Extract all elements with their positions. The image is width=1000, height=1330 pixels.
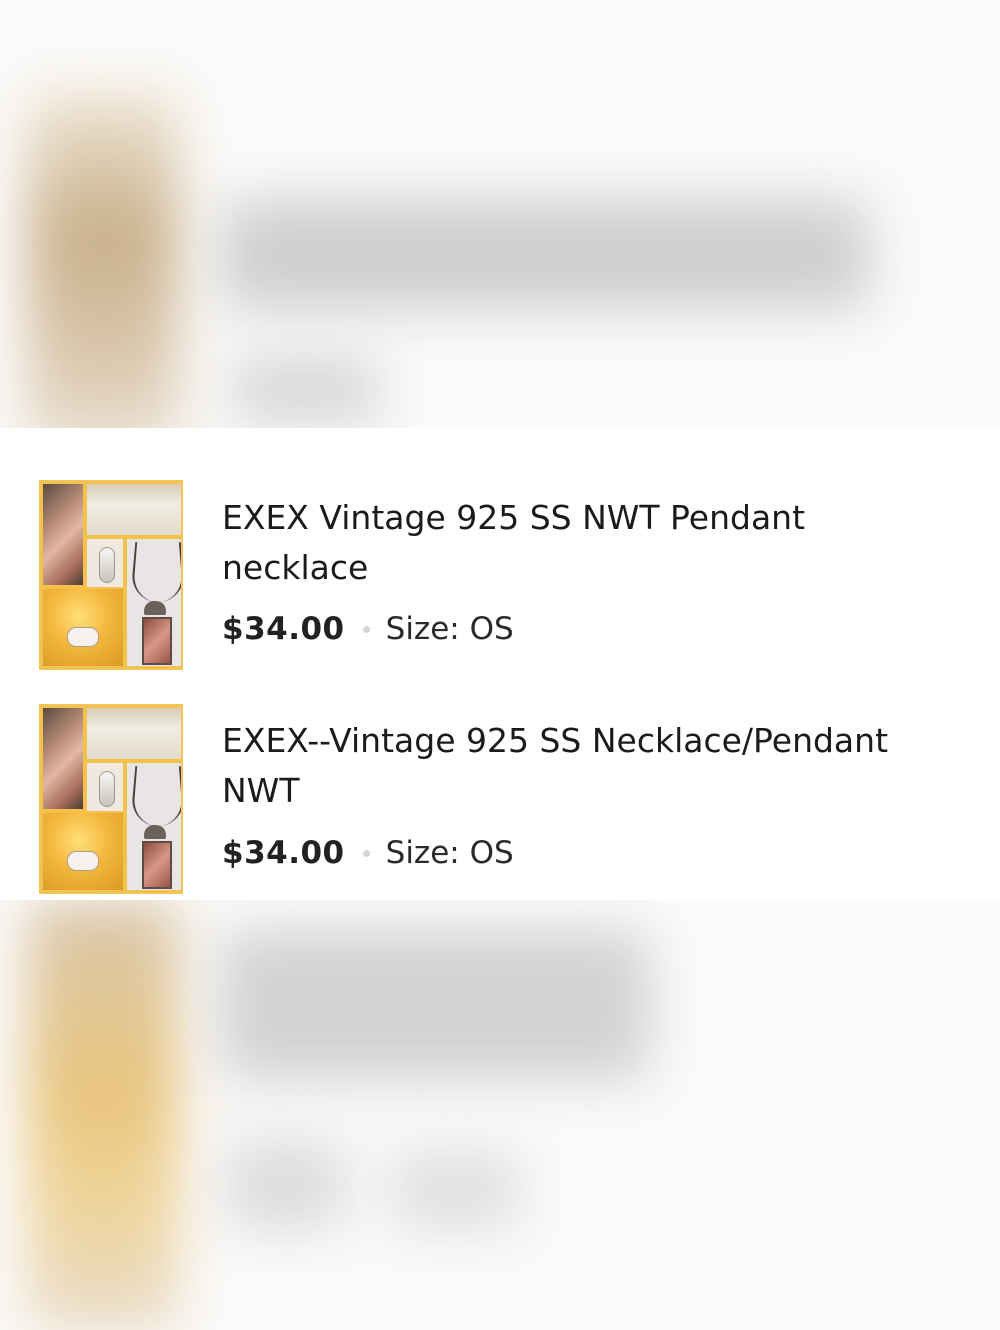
jewelry-box-photo [85,482,181,537]
listing-meta: $34.00 Size: OS [222,609,514,649]
listing-price: $34.00 [222,835,345,871]
listing-size: Size: OS [385,835,514,871]
pendant-photo [41,706,85,811]
silver-tag-photo [85,761,125,813]
listing-size: Size: OS [385,611,514,647]
necklace-photo [125,761,181,892]
necklace-photo [125,537,181,668]
blurred-listings-below [0,900,1000,1330]
listing-item[interactable]: EXEX Vintage 925 SS NWT Pendant necklace… [0,428,1000,676]
blurred-listings-above [0,0,1000,428]
listing-item[interactable]: EXEX--Vintage 925 SS Necklace/Pendant NW… [0,676,1000,900]
listing-thumbnail[interactable] [39,480,183,670]
listing-title[interactable]: EXEX Vintage 925 SS NWT Pendant necklace [222,493,922,593]
jewelry-box-photo [85,706,181,761]
gift-pouch-photo [41,587,125,668]
listing-price: $34.00 [222,611,345,647]
page: EXEX Vintage 925 SS NWT Pendant necklace… [0,0,1000,1330]
silver-tag-photo [85,537,125,589]
separator-dot [362,849,370,857]
listing-thumbnail[interactable] [39,704,183,894]
listing-title[interactable]: EXEX--Vintage 925 SS Necklace/Pendant NW… [222,716,922,816]
gift-pouch-photo [41,811,125,892]
separator-dot [362,625,370,633]
pendant-photo [41,482,85,587]
listing-meta: $34.00 Size: OS [222,833,514,873]
